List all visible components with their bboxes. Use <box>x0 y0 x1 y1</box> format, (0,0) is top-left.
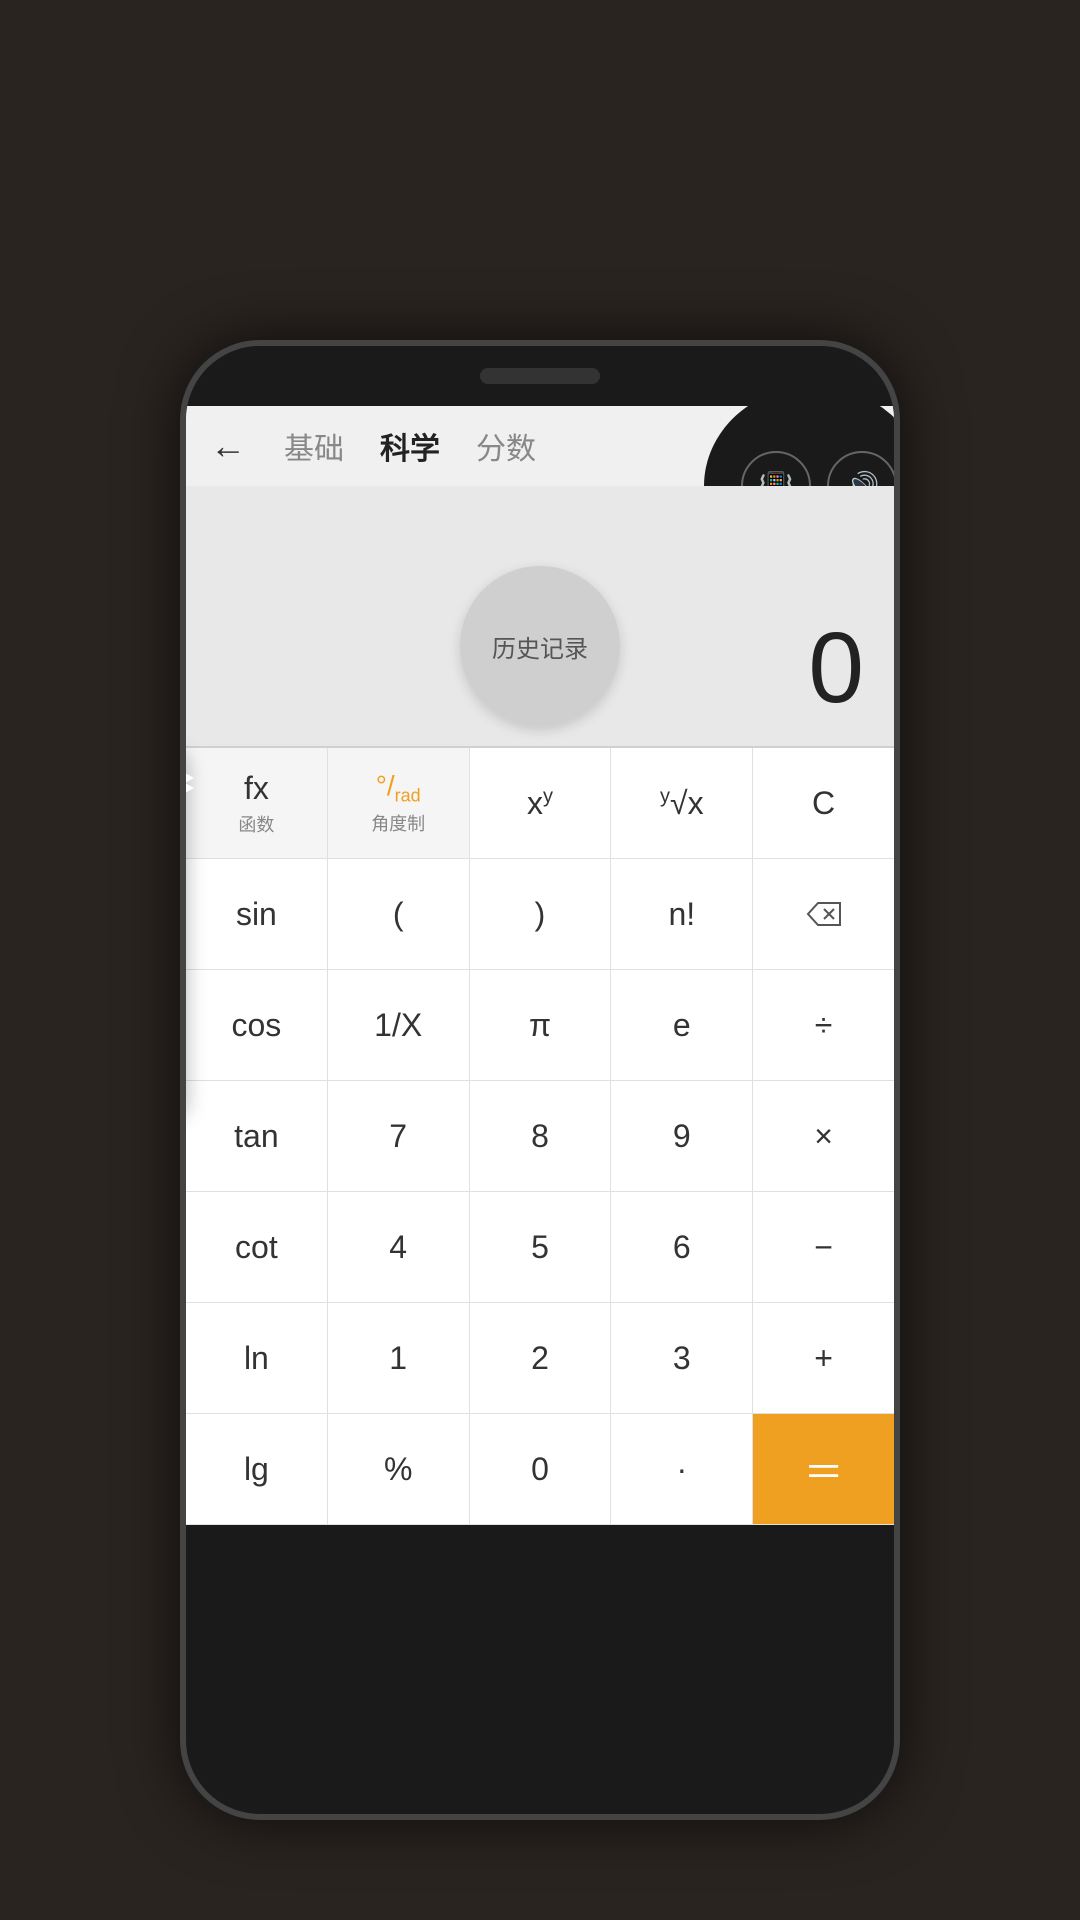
key-8[interactable]: 8 <box>470 1081 612 1191</box>
key-0[interactable]: 0 <box>470 1414 612 1524</box>
key-root[interactable]: y√x <box>611 748 753 858</box>
popup-menu: fx-1 反函数 sin-1 cos-1 tan-1 cot-1 <box>180 748 186 1113</box>
keyboard: fx-1 反函数 sin-1 cos-1 tan-1 cot-1 <box>186 748 894 1525</box>
key-dot[interactable]: · <box>611 1414 753 1524</box>
key-add[interactable]: + <box>753 1303 894 1413</box>
key-open-paren[interactable]: ( <box>328 859 470 969</box>
popup-item-sin-inv[interactable]: sin-1 <box>180 842 186 910</box>
key-5[interactable]: 5 <box>470 1192 612 1302</box>
nav-back-button[interactable]: ← <box>210 425 246 467</box>
key-equals[interactable]: ＝ <box>753 1414 894 1524</box>
key-1[interactable]: 1 <box>328 1303 470 1413</box>
key-lg[interactable]: lg <box>186 1414 328 1524</box>
popup-item-fx-inv[interactable]: fx-1 反函数 <box>180 748 186 842</box>
display-area: 历史记录 0 <box>186 486 894 746</box>
key-row-1: fx 函数 °/rad 角度制 xy y√x C <box>186 748 894 859</box>
key-row-4: tan 7 8 9 × <box>186 1081 894 1192</box>
popup-arrow <box>180 768 204 788</box>
key-row-3: cos 1/X π e ÷ <box>186 970 894 1081</box>
tab-science[interactable]: 科学 <box>380 424 440 468</box>
key-ln[interactable]: ln <box>186 1303 328 1413</box>
display-number: 0 <box>808 611 864 726</box>
key-row-6: ln 1 2 3 + <box>186 1303 894 1414</box>
key-fx[interactable]: fx 函数 <box>186 748 328 858</box>
calc-nav: ← 基础 科学 分数 📳 震动 🔊 语音 <box>186 406 894 486</box>
key-sin[interactable]: sin <box>186 859 328 969</box>
key-4[interactable]: 4 <box>328 1192 470 1302</box>
key-close-paren[interactable]: ) <box>470 859 612 969</box>
key-row-5: cot 4 5 6 − <box>186 1192 894 1303</box>
key-percent[interactable]: % <box>328 1414 470 1524</box>
key-cot[interactable]: cot <box>186 1192 328 1302</box>
side-button-right <box>894 546 900 626</box>
key-tan[interactable]: tan <box>186 1081 328 1191</box>
key-cos[interactable]: cos <box>186 970 328 1080</box>
key-reciprocal[interactable]: 1/X <box>328 970 470 1080</box>
key-row-7: lg % 0 · ＝ <box>186 1414 894 1525</box>
key-clear[interactable]: C <box>753 748 894 858</box>
popup-item-cot-inv[interactable]: cot-1 <box>180 1046 186 1113</box>
key-row-2: sin ( ) n! <box>186 859 894 970</box>
key-factorial[interactable]: n! <box>611 859 753 969</box>
key-degree[interactable]: °/rad 角度制 <box>328 748 470 858</box>
phone-speaker <box>480 368 600 384</box>
key-delete[interactable] <box>753 859 894 969</box>
key-6[interactable]: 6 <box>611 1192 753 1302</box>
key-3[interactable]: 3 <box>611 1303 753 1413</box>
history-button[interactable]: 历史记录 <box>460 566 620 726</box>
calc-screen: ← 基础 科学 分数 📳 震动 🔊 语音 <box>186 406 894 1525</box>
key-subtract[interactable]: − <box>753 1192 894 1302</box>
key-multiply[interactable]: × <box>753 1081 894 1191</box>
popup-item-tan-inv[interactable]: tan-1 <box>180 978 186 1046</box>
popup-item-cos-inv[interactable]: cos-1 <box>180 910 186 978</box>
tab-fraction[interactable]: 分数 <box>476 424 536 468</box>
phone-frame: ← 基础 科学 分数 📳 震动 🔊 语音 <box>180 340 900 1820</box>
key-euler[interactable]: e <box>611 970 753 1080</box>
key-2[interactable]: 2 <box>470 1303 612 1413</box>
key-7[interactable]: 7 <box>328 1081 470 1191</box>
key-9[interactable]: 9 <box>611 1081 753 1191</box>
key-divide[interactable]: ÷ <box>753 970 894 1080</box>
key-power[interactable]: xy <box>470 748 612 858</box>
key-pi[interactable]: π <box>470 970 612 1080</box>
tab-basic[interactable]: 基础 <box>284 424 344 468</box>
